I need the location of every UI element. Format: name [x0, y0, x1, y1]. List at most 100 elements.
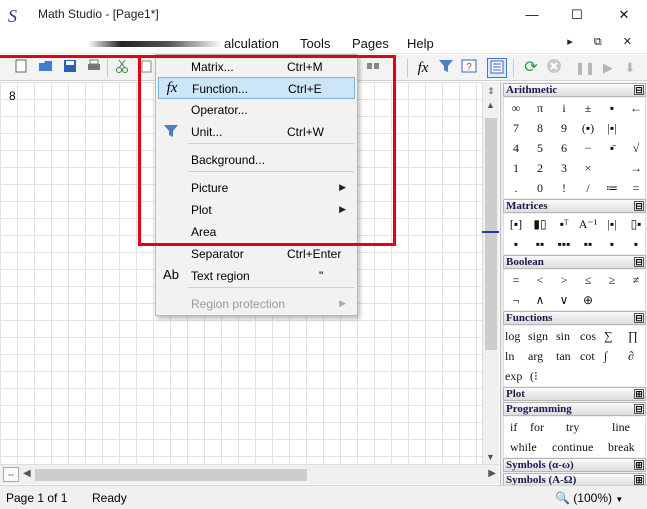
menu-item-operator[interactable]: Operator... [158, 99, 355, 121]
print-icon[interactable] [84, 58, 104, 78]
programming-button[interactable]: try [566, 417, 579, 437]
palette-button[interactable]: ⊕ [576, 290, 600, 310]
palette-button[interactable]: i [552, 98, 576, 118]
function-button[interactable]: ln [505, 346, 514, 366]
stop-icon[interactable] [544, 58, 564, 78]
programming-button[interactable]: while [510, 437, 537, 457]
palette-button[interactable]: ∨ [552, 290, 576, 310]
palette-button[interactable]: × [576, 158, 600, 178]
palette-button[interactable]: 3 [552, 158, 576, 178]
palette-button[interactable]: ▪ [600, 98, 624, 118]
collapse-icon[interactable]: ⊟ [634, 201, 644, 211]
zoom-control[interactable]: 🔍 (100%) ▼ [555, 491, 623, 505]
palette-button[interactable]: 6 [552, 138, 576, 158]
open-folder-icon[interactable] [36, 58, 56, 78]
menu-item-separator[interactable]: Separator Ctrl+Enter [158, 243, 355, 265]
expand-icon[interactable]: ⊞ [634, 475, 644, 485]
menu-item-area[interactable]: Area [158, 221, 355, 243]
palette-button[interactable]: 1 [504, 158, 528, 178]
split-handle-icon[interactable]: ⇕ [484, 84, 498, 98]
palette-button[interactable]: ▪▪▪ [552, 234, 576, 254]
palette-button[interactable]: 9 [552, 118, 576, 138]
pause-icon[interactable]: ❚❚ [575, 58, 595, 78]
collapse-icon[interactable]: ⊟ [634, 85, 644, 95]
copy-icon[interactable] [136, 58, 156, 78]
palette-button[interactable]: ! [552, 178, 576, 198]
programming-button[interactable]: continue [552, 437, 593, 457]
cut-icon[interactable] [112, 58, 132, 78]
section-functions[interactable]: Functions ⊟ [503, 311, 646, 325]
palette-button[interactable]: → [624, 158, 647, 178]
palette-button[interactable]: |▪| [600, 118, 624, 138]
palette-button[interactable]: = [504, 270, 528, 290]
help-icon[interactable]: ? [459, 58, 479, 78]
maximize-button[interactable]: ☐ [554, 0, 600, 30]
palette-button[interactable]: 7 [504, 118, 528, 138]
panel-toggle-icon[interactable] [487, 58, 507, 78]
close-button[interactable]: ✕ [601, 0, 647, 30]
function-button[interactable]: tan [556, 346, 571, 366]
section-symbols-upper[interactable]: Symbols (Α-Ω) ⊞ [503, 473, 646, 485]
palette-button[interactable]: ▪ [504, 234, 528, 254]
palette-button[interactable]: A⁻¹ [576, 214, 600, 234]
palette-button[interactable]: ▪ [624, 234, 647, 254]
menu-tools[interactable]: Tools [300, 36, 330, 51]
menu-calculation[interactable]: alculation [224, 36, 279, 51]
palette-button[interactable]: > [552, 270, 576, 290]
palette-button[interactable]: |▪| [600, 214, 624, 234]
palette-button[interactable] [600, 158, 624, 178]
programming-button[interactable]: break [608, 437, 635, 457]
palette-button[interactable]: ± [576, 98, 600, 118]
palette-button[interactable]: 2 [528, 158, 552, 178]
palette-button[interactable]: ≠ [624, 270, 647, 290]
palette-button[interactable]: ¬ [504, 290, 528, 310]
function-button[interactable]: cot [580, 346, 595, 366]
section-programming[interactable]: Programming ⊟ [503, 402, 646, 416]
menu-item-unit[interactable]: Unit... Ctrl+W [158, 121, 355, 143]
palette-button[interactable]: − [576, 138, 600, 158]
palette-button[interactable]: . [504, 178, 528, 198]
expand-icon[interactable]: ⊞ [634, 460, 644, 470]
palette-button[interactable]: ≥ [600, 270, 624, 290]
palette-button[interactable]: ▪▪ [528, 234, 552, 254]
palette-button[interactable]: 0 [528, 178, 552, 198]
palette-button[interactable]: [▪] [504, 214, 528, 234]
palette-button[interactable]: = [624, 178, 647, 198]
palette-button[interactable]: < [528, 270, 552, 290]
palette-button[interactable]: ≤ [576, 270, 600, 290]
palette-button[interactable]: ▪ [600, 234, 624, 254]
menu-item-background[interactable]: Background... [158, 149, 355, 171]
collapse-icon[interactable]: ⊟ [634, 404, 644, 414]
horizontal-scroll-thumb[interactable] [35, 469, 307, 481]
collapse-icon[interactable]: ⊟ [634, 257, 644, 267]
download-icon[interactable]: ⬇ [620, 58, 640, 78]
palette-button[interactable]: ← [624, 98, 647, 118]
function-button[interactable]: ∫ [604, 346, 607, 366]
insert-icon[interactable] [364, 58, 384, 78]
vertical-scrollbar[interactable]: ⇕ ▲ ▼ [482, 82, 499, 464]
horizontal-scrollbar[interactable]: ⇔ ◀ ▶ [0, 464, 499, 484]
function-button[interactable]: (⁝ [530, 366, 538, 386]
function-button[interactable]: exp [505, 366, 522, 386]
scroll-left-arrow-icon[interactable]: ◀ [23, 468, 31, 479]
menu-item-picture[interactable]: Picture ▶ [158, 177, 355, 199]
palette-button[interactable]: ▪ᵀ [552, 214, 576, 234]
programming-button[interactable]: line [612, 417, 630, 437]
palette-button[interactable]: (▪) [576, 118, 600, 138]
function-button[interactable]: arg [528, 346, 543, 366]
menu-help[interactable]: Help [407, 36, 434, 51]
scroll-right-arrow-icon[interactable]: ▶ [488, 468, 496, 479]
palette-button[interactable]: ▯▪ [624, 214, 647, 234]
palette-button[interactable]: ≔ [600, 178, 624, 198]
function-icon[interactable]: fx [413, 58, 433, 78]
unit-filter-icon[interactable] [436, 58, 456, 78]
palette-button[interactable]: 5 [528, 138, 552, 158]
scroll-up-arrow-icon[interactable]: ▲ [486, 100, 495, 110]
section-matrices[interactable]: Matrices ⊟ [503, 199, 646, 213]
palette-button[interactable]: / [576, 178, 600, 198]
palette-button[interactable]: 8 [528, 118, 552, 138]
palette-button[interactable]: π [528, 98, 552, 118]
section-symbols-lower[interactable]: Symbols (α-ω) ⊞ [503, 458, 646, 472]
palette-button[interactable] [624, 118, 647, 138]
palette-button[interactable]: ▪▪ [576, 234, 600, 254]
